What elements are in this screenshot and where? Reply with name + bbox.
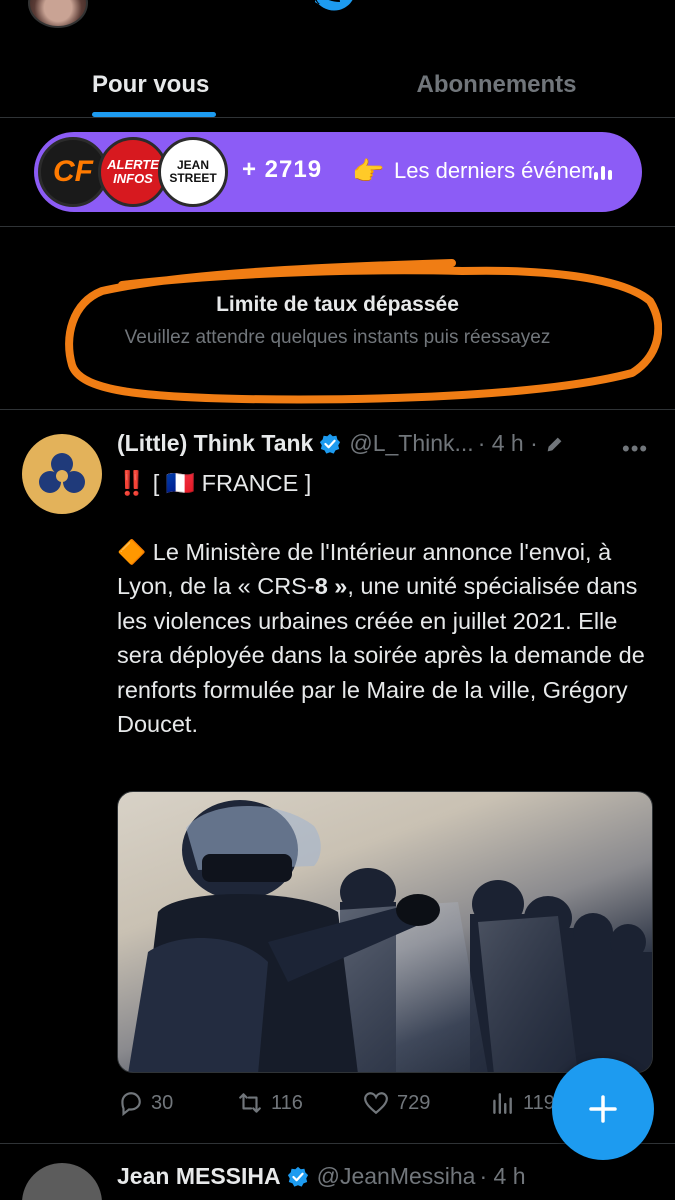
retweet-icon <box>239 1093 261 1113</box>
tweet-header: (Little) Think Tank @L_Think... · 4 h · <box>117 430 566 457</box>
tweet-text: ‼️ [ 🇫🇷 FRANCE ] 🔶 Le Ministère de l'Int… <box>117 466 662 742</box>
live-audio-icon <box>594 164 616 180</box>
double-exclamation-icon: ‼️ <box>117 470 147 496</box>
cf-logo-text: CF <box>53 155 93 188</box>
views-chart-icon <box>493 1093 512 1114</box>
next-author-handle[interactable]: @JeanMessiha <box>317 1163 476 1190</box>
next-author-avatar[interactable] <box>22 1163 102 1200</box>
author-avatar[interactable] <box>22 434 102 514</box>
orange-diamond-icon: 🔶 <box>117 538 147 565</box>
tweet-body-bold: 8 » <box>314 573 348 599</box>
reply-count: 30 <box>151 1091 174 1114</box>
next-tweet-header: Jean MESSIHA @JeanMessiha · 4 h <box>117 1163 526 1190</box>
think-tank-logo-icon <box>39 453 85 493</box>
next-tweet-timestamp[interactable]: · 4 h <box>479 1163 525 1190</box>
france-tag: [ 🇫🇷 FRANCE ] <box>152 470 312 496</box>
home-tabs: Pour vous Abonnements <box>0 52 675 118</box>
author-handle[interactable]: @L_Think... <box>349 430 473 457</box>
views-button[interactable]: 119 <box>489 1090 555 1116</box>
rate-limit-subtitle: Veuillez attendre quelques instants puis… <box>124 327 551 348</box>
jean-logo-text: JEAN STREET <box>169 158 217 185</box>
twitter-bird-icon <box>315 0 353 11</box>
pointing-hand-icon: 👉 <box>352 156 385 186</box>
rate-limit-notice: Limite de taux dépassée Veuillez attendr… <box>0 226 675 410</box>
author-name[interactable]: (Little) Think Tank <box>117 430 313 457</box>
next-tweet[interactable]: Jean MESSIHA @JeanMessiha · 4 h <box>0 1145 675 1200</box>
tweet-image[interactable] <box>117 791 653 1073</box>
heart-icon <box>364 1092 388 1115</box>
like-button[interactable]: 729 <box>363 1090 430 1116</box>
spaces-title: Les derniers événements <box>394 158 594 183</box>
view-count: 119 <box>523 1091 555 1114</box>
tab-for-you[interactable]: Pour vous <box>0 52 351 117</box>
tab-following-label: Abonnements <box>416 70 577 98</box>
reply-icon <box>121 1092 141 1116</box>
like-count: 729 <box>397 1091 431 1114</box>
tab-for-you-label: Pour vous <box>92 70 210 98</box>
retweet-button[interactable]: 116 <box>237 1090 303 1116</box>
profile-avatar[interactable] <box>28 0 88 28</box>
tab-following[interactable]: Abonnements <box>351 52 675 117</box>
next-verified-badge-icon <box>287 1166 308 1187</box>
spaces-listener-count: + 2719 <box>242 156 323 183</box>
tweet-paragraph: 🔶 Le Ministère de l'Intérieur annonce l'… <box>117 535 662 742</box>
more-options-icon[interactable]: ••• <box>622 436 648 462</box>
alerte-logo-text: ALERTE INFOS <box>107 157 159 186</box>
reply-button[interactable]: 30 <box>117 1090 173 1116</box>
next-author-name[interactable]: Jean MESSIHA <box>117 1163 281 1190</box>
active-tab-indicator <box>92 112 216 117</box>
retweet-count: 116 <box>271 1091 303 1114</box>
plus-icon <box>589 1095 617 1123</box>
tweet-line-flag: ‼️ [ 🇫🇷 FRANCE ] <box>117 466 662 501</box>
verified-badge-icon <box>320 433 341 454</box>
tweet[interactable]: (Little) Think Tank @L_Think... · 4 h · … <box>0 410 675 1144</box>
rate-limit-title: Limite de taux dépassée <box>216 293 459 316</box>
riot-police-photo <box>128 800 652 1072</box>
compose-tweet-button[interactable] <box>552 1058 654 1160</box>
space-host-avatar-jean: JEAN STREET <box>158 137 228 207</box>
spaces-bar[interactable]: CF ALERTE INFOS JEAN STREET + 2719 👉 Les… <box>34 132 642 212</box>
edited-pen-icon <box>547 437 562 451</box>
tweet-timestamp[interactable]: · 4 h · <box>478 430 538 457</box>
